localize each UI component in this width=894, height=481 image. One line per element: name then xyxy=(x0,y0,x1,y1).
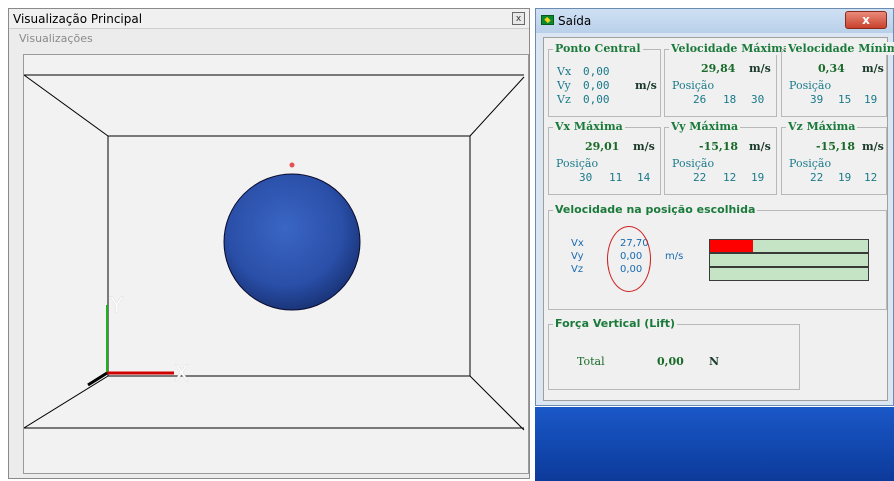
value-vx: 0,00 xyxy=(583,65,610,78)
pos-x: 39 xyxy=(810,93,824,106)
label-vx: Vx xyxy=(557,65,572,78)
highlight-oval xyxy=(607,226,651,292)
pos-y: 11 xyxy=(609,171,623,184)
value: 29,01 xyxy=(585,140,620,153)
pos-x: 22 xyxy=(810,171,824,184)
pos-y: 19 xyxy=(838,171,852,184)
pos-label: Posição xyxy=(789,157,832,170)
sphere xyxy=(223,173,361,311)
pos-y: 15 xyxy=(838,93,852,106)
close-button[interactable]: x xyxy=(845,11,887,29)
saida-window: Saída x Ponto Central Vx 0,00 Vy 0,00 m/… xyxy=(535,8,894,406)
unit: m/s xyxy=(862,62,884,75)
label-vy: Vy xyxy=(557,79,571,92)
axis-y-label: Y xyxy=(109,294,124,319)
unit: m/s xyxy=(862,140,884,153)
group-forca-vertical: Força Vertical (Lift) Total 0,00 N xyxy=(548,317,800,390)
unit: m/s xyxy=(635,79,657,92)
probe-point xyxy=(289,162,295,168)
group-title: Velocidade na posição escolhida xyxy=(553,203,758,216)
brazil-flag-icon xyxy=(541,15,554,25)
window-title-text: Visualização Principal xyxy=(13,12,143,26)
value-vz: 0,00 xyxy=(583,93,610,106)
pos-z: 30 xyxy=(751,93,765,106)
label-vz: Vz xyxy=(557,93,571,106)
value: -15,18 xyxy=(816,140,856,153)
axis-z-line xyxy=(87,371,108,387)
room-edge-br xyxy=(469,375,525,431)
unit: m/s xyxy=(633,140,655,153)
group-title: Vy Máxima xyxy=(669,120,741,133)
label-total: Total xyxy=(577,355,605,368)
saida-title-bar: Saída xyxy=(536,9,893,33)
pos-x: 30 xyxy=(579,171,593,184)
label-vx: Vx xyxy=(571,238,584,249)
room-edge-tl xyxy=(24,74,109,137)
3d-viewport[interactable]: Y X xyxy=(23,54,529,474)
close-button[interactable]: x xyxy=(512,12,525,25)
group-vy-maxima: Vy Máxima -15,18 m/s Posição 22 12 19 xyxy=(664,120,777,195)
value: -15,18 xyxy=(699,140,739,153)
unit: m/s xyxy=(749,62,771,75)
menu-visualizacoes[interactable]: Visualizações xyxy=(9,30,529,48)
room-edge-bl xyxy=(24,375,109,429)
group-velocidade-posicao: Velocidade na posição escolhida Vx Vy Vz… xyxy=(548,203,887,310)
label-vz: Vz xyxy=(571,264,584,275)
pos-z: 19 xyxy=(864,93,878,106)
pos-label: Posição xyxy=(672,79,715,92)
value-total: 0,00 xyxy=(657,355,684,368)
saida-title-text: Saída xyxy=(558,14,592,28)
pos-y: 12 xyxy=(723,171,737,184)
axis-x-label: X xyxy=(174,362,189,387)
value: 0,34 xyxy=(818,62,845,75)
window-title: Visualização Principal xyxy=(9,9,529,29)
pos-x: 26 xyxy=(693,93,707,106)
group-vz-maxima: Vz Máxima -15,18 m/s Posição 22 19 12 xyxy=(781,120,887,195)
bar-vz xyxy=(709,267,869,281)
value: 29,84 xyxy=(701,62,736,75)
pos-label: Posição xyxy=(672,157,715,170)
pos-z: 19 xyxy=(751,171,765,184)
pos-y: 18 xyxy=(723,93,737,106)
bar-vx-fill xyxy=(710,240,753,252)
group-title: Força Vertical (Lift) xyxy=(553,317,678,330)
group-velocidade-maxima: Velocidade Máxima 29,84 m/s Posição 26 1… xyxy=(664,42,793,117)
output-panel: Ponto Central Vx 0,00 Vy 0,00 m/s Vz 0,0… xyxy=(543,37,894,401)
group-velocidade-minima: Velocidade Mínima 0,34 m/s Posição 39 15… xyxy=(781,42,894,117)
group-title: Vz Máxima xyxy=(786,120,858,133)
unit: N xyxy=(709,355,720,368)
group-title: Velocidade Mínima xyxy=(786,42,894,55)
main-visualization-window: Visualização Principal x Visualizações Y… xyxy=(8,8,530,479)
group-title: Vx Máxima xyxy=(553,120,625,133)
pos-z: 14 xyxy=(637,171,651,184)
group-title: Ponto Central xyxy=(553,42,643,55)
value-vy: 0,00 xyxy=(583,79,610,92)
label-vy: Vy xyxy=(571,251,584,262)
desktop-background xyxy=(535,407,894,481)
unit: m/s xyxy=(749,140,771,153)
pos-label: Posição xyxy=(556,157,599,170)
pos-label: Posição xyxy=(789,79,832,92)
unit: m/s xyxy=(665,251,684,262)
group-title: Velocidade Máxima xyxy=(669,42,793,55)
group-vx-maxima: Vx Máxima 29,01 m/s Posição 30 11 14 xyxy=(548,120,661,195)
pos-z: 12 xyxy=(864,171,878,184)
bar-vy xyxy=(709,253,869,267)
bar-vx xyxy=(709,239,869,253)
group-ponto-central: Ponto Central Vx 0,00 Vy 0,00 m/s Vz 0,0… xyxy=(548,42,661,117)
pos-x: 22 xyxy=(693,171,707,184)
scene-svg: Y X xyxy=(24,74,525,431)
room-edge-tr xyxy=(469,76,525,137)
